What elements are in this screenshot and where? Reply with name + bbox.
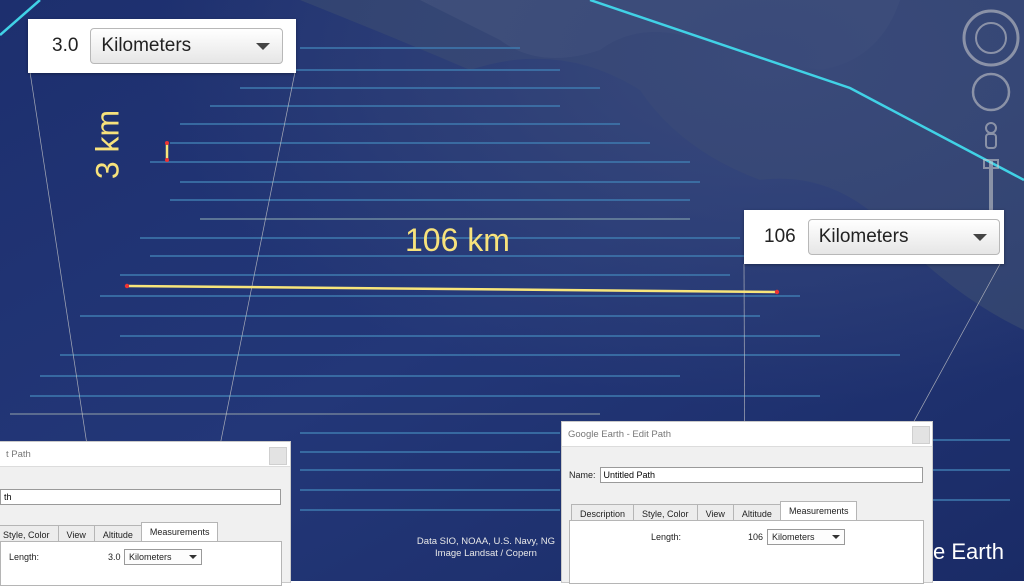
measurements-panel: Length: 3.0 Kilometers — [0, 541, 282, 586]
chevron-down-icon — [256, 42, 271, 50]
length-value: 106 — [748, 532, 764, 542]
length-unit-select[interactable]: Kilometers — [767, 529, 845, 545]
short-distance-label: 3 km — [89, 109, 126, 180]
path-name-input[interactable] — [0, 489, 281, 505]
close-icon[interactable] — [269, 447, 287, 465]
callout-long-length: 106 Kilometers — [744, 210, 1004, 264]
callout-short-unit-select[interactable]: Kilometers — [90, 28, 284, 64]
close-icon[interactable] — [912, 426, 930, 444]
map-attribution: Data SIO, NOAA, U.S. Navy, NG Image Land… — [416, 536, 556, 559]
length-value: 3.0 — [108, 552, 121, 562]
chevron-down-icon — [189, 555, 197, 559]
callout-long-value: 106 — [764, 226, 796, 247]
dialog-title-bar: t Path — [0, 442, 290, 467]
name-label: Name: — [569, 470, 596, 480]
chevron-down-icon — [972, 233, 987, 241]
callout-short-length: 3.0 Kilometers — [28, 19, 296, 73]
callout-long-unit-select[interactable]: Kilometers — [807, 219, 1000, 255]
measurements-panel: Length: 106 Kilometers — [569, 520, 924, 584]
long-distance-label: 106 km — [405, 222, 510, 258]
chevron-down-icon — [832, 535, 840, 539]
length-unit-select[interactable]: Kilometers — [124, 549, 202, 565]
length-label: Length: — [651, 532, 682, 542]
google-earth-logo: e Earth — [933, 539, 1004, 564]
edit-path-dialog-right: Google Earth - Edit Path Name: Descripti… — [561, 421, 933, 584]
dialog-title-bar: Google Earth - Edit Path — [562, 422, 932, 447]
edit-path-dialog-left: t Path Style, Color View Altitude Measur… — [0, 441, 291, 586]
length-label: Length: — [9, 552, 40, 562]
callout-short-value: 3.0 — [52, 35, 79, 56]
path-name-input[interactable] — [599, 467, 923, 483]
